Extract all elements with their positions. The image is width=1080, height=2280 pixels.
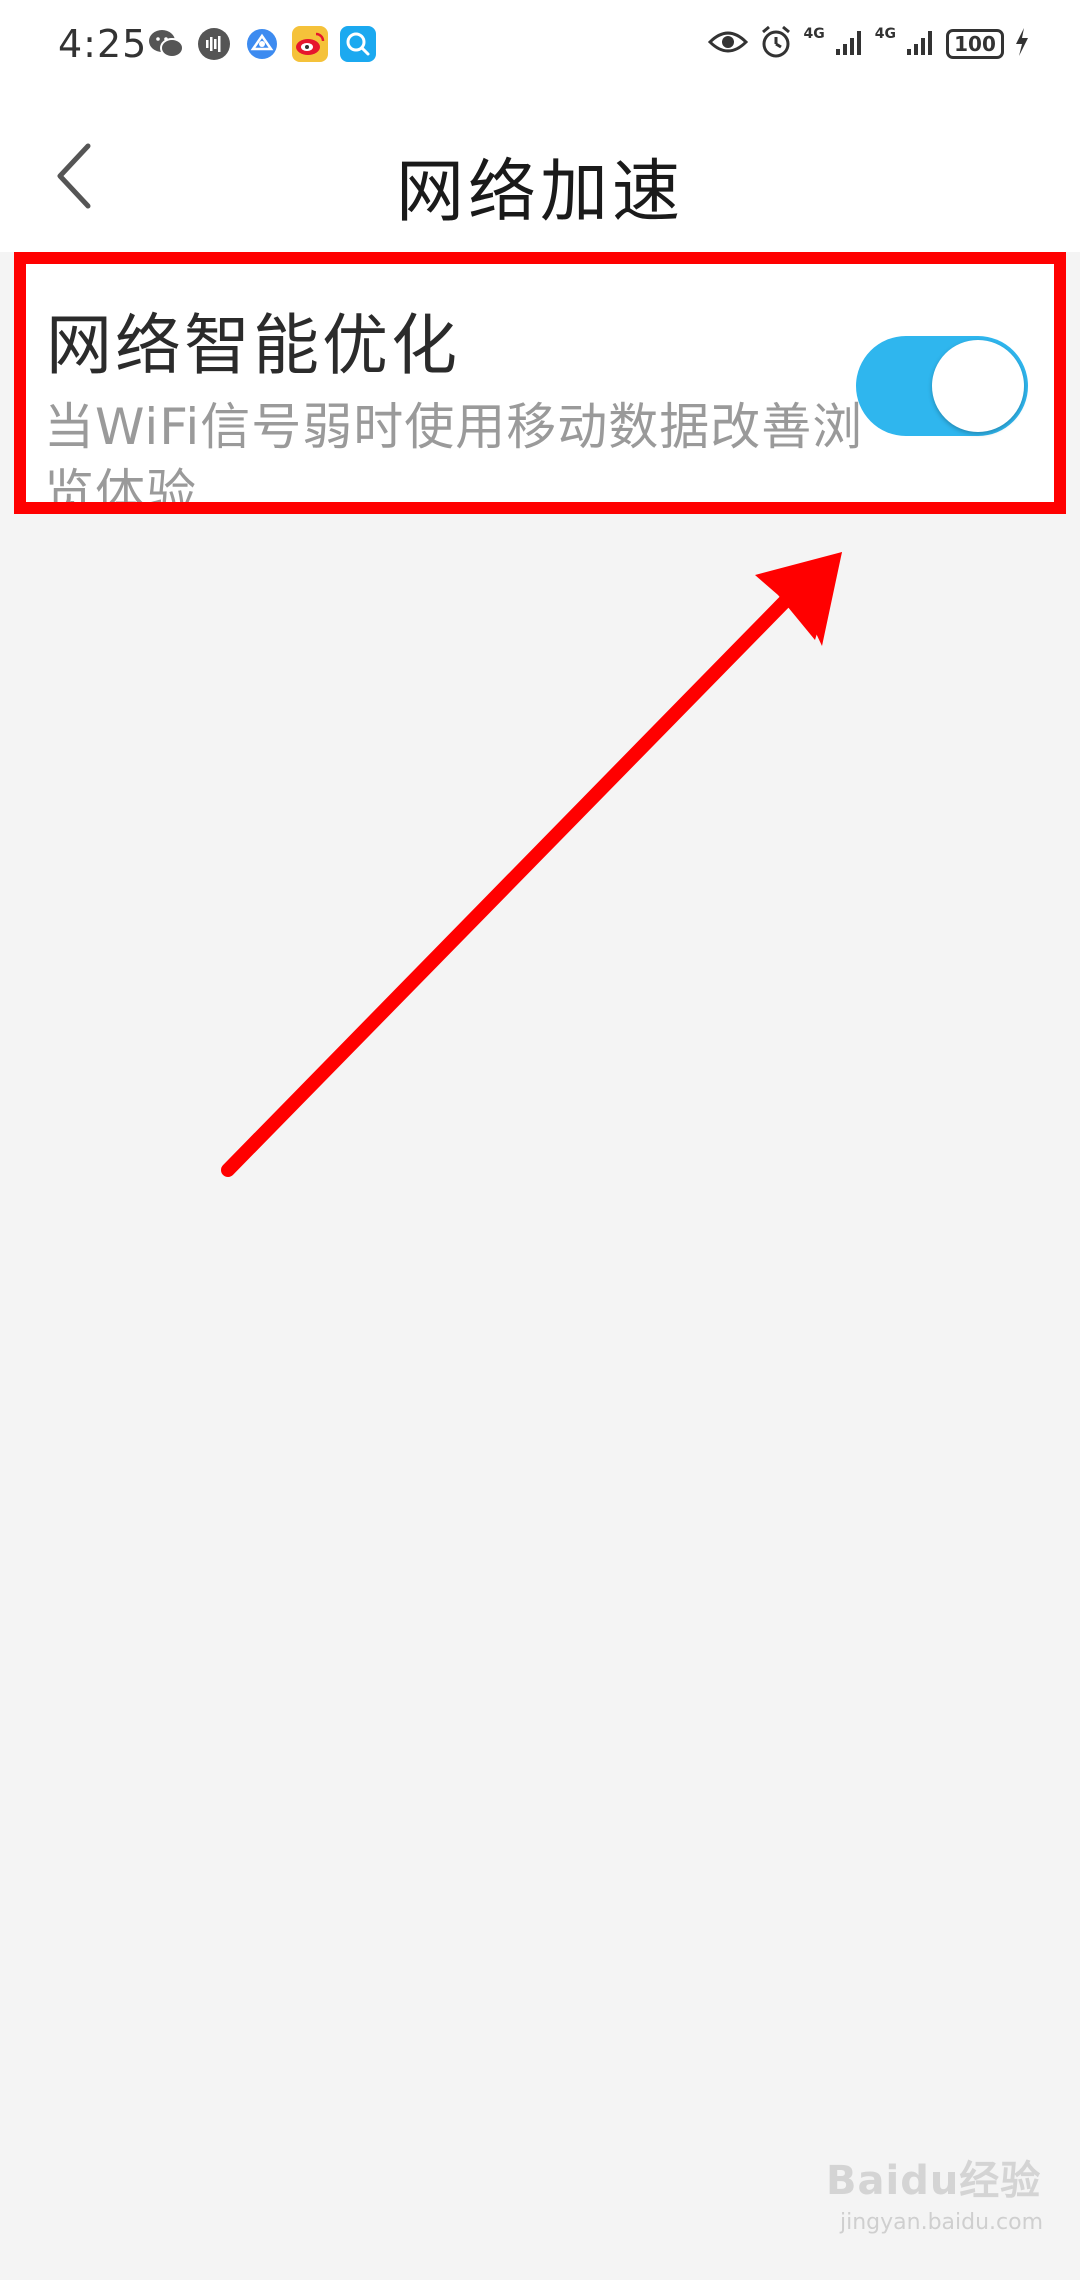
network-optimization-toggle[interactable] [856,336,1028,436]
wechat-icon [148,26,184,62]
voice-icon [196,26,232,62]
status-time: 4:25 [58,22,148,66]
browser-icon [244,26,280,62]
charging-icon [1014,26,1030,62]
network-type-1: 4G [803,26,825,42]
status-bar: 4:25 4G 4G 100 [0,0,1080,92]
battery-indicator: 100 [946,29,1004,59]
signal-icon [906,27,936,61]
signal-icon [835,27,865,61]
eye-icon [707,28,748,60]
watermark-url: jingyan.baidu.com [840,2210,1044,2235]
setting-title: 网络智能优化 [46,307,460,384]
setting-description: 当WiFi信号弱时使用移动数据改善浏览体验 [44,398,864,514]
status-indicators: 4G 4G 100 [707,24,1030,64]
network-type-2: 4G [874,26,896,42]
header: 网络加速 [0,92,1080,252]
status-app-icons [148,26,376,62]
search-app-icon [340,26,376,62]
page-title: 网络加速 [395,153,684,232]
baidu-jingyan-watermark: Baidu经验 jingyan.baidu.com [826,2148,1056,2258]
setting-row-network-optimization[interactable]: 网络智能优化 当WiFi信号弱时使用移动数据改善浏览体验 [14,252,1066,514]
alarm-icon [758,24,794,64]
watermark-logo: Baidu经验 [826,2158,1042,2204]
toggle-knob [932,340,1024,432]
weibo-icon [292,26,328,62]
